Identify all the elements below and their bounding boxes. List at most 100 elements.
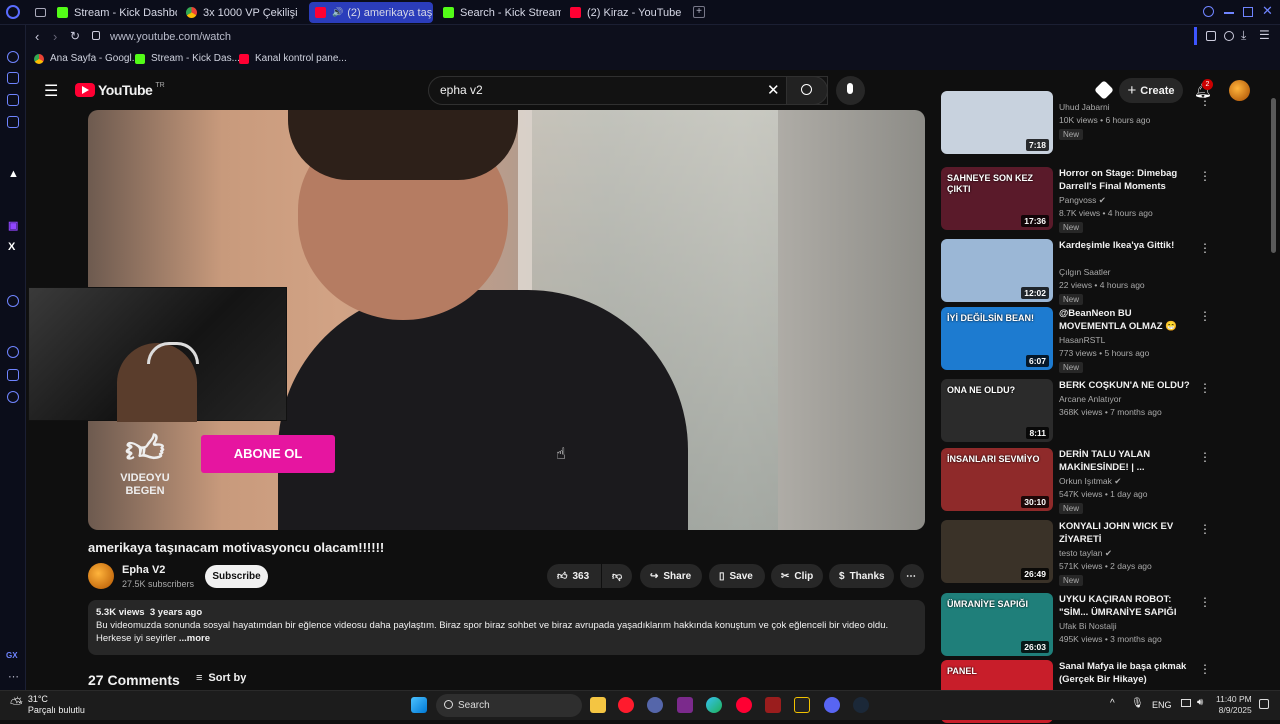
like-button[interactable]: 👍︎ 363 (547, 564, 601, 588)
bookmark-google[interactable]: Ana Sayfa - Googl... (34, 53, 140, 64)
recommendation-title[interactable]: DERİN TALU YALAN MAKİNESİNDE! | ... (1059, 448, 1199, 474)
close-window-icon[interactable]: ✕ (1262, 3, 1273, 19)
scrollbar[interactable] (1271, 98, 1276, 253)
account-avatar[interactable] (1229, 80, 1250, 101)
profile-icon[interactable] (1224, 31, 1234, 41)
taskbar-search[interactable]: Search (436, 694, 582, 717)
sort-by-button[interactable]: ≡ Sort by (196, 672, 246, 684)
app-icon[interactable] (647, 697, 663, 713)
start-icon[interactable] (411, 697, 427, 713)
recommendation-thumbnail[interactable]: 12:02 (941, 239, 1053, 302)
download-icon[interactable]: ⤓ (1241, 28, 1246, 43)
recommendation-item[interactable]: SAHNEYE SON KEZ ÇIKTI 17:36 Horror on Stag… (941, 167, 1211, 233)
youtube-music-icon[interactable] (736, 697, 752, 713)
recommendation-thumbnail[interactable]: 26:49 (941, 520, 1053, 583)
youtube-logo[interactable]: YouTube TR (75, 82, 165, 98)
opera-menu-icon[interactable] (6, 5, 20, 19)
more-vertical-icon[interactable]: ⋮ (1199, 595, 1211, 609)
recommendation-item[interactable]: ÜMRANİYE SAPIĞI 26:03 UYKU KAÇIRAN ROBOT: … (941, 593, 1211, 657)
file-explorer-icon[interactable] (590, 697, 606, 713)
app-icon[interactable] (677, 697, 693, 713)
mic-icon[interactable]: 🎙︎ (1131, 698, 1144, 709)
x-icon[interactable]: X (8, 241, 15, 253)
url-field[interactable]: www.youtube.com/watch (86, 29, 1186, 46)
more-vertical-icon[interactable]: ⋮ (1199, 309, 1211, 323)
tab-youtube-active[interactable]: 🔊(2) amerikaya taşınac (309, 2, 433, 23)
menu-icon[interactable]: ☰ (1259, 28, 1270, 42)
recommendation-item[interactable]: 7:18 Uhud Jabarni 10K views • 6 hours ago N… (941, 91, 1211, 164)
history-icon[interactable] (7, 51, 19, 63)
chevron-up-icon[interactable]: ^ (1110, 698, 1115, 709)
recommendation-title[interactable]: @BeanNeon BU MOVEMENTLA OLMAZ 😁 (1059, 307, 1199, 333)
weather-widget[interactable]: ⛅︎ 31°C Parçalı bulutlu (10, 694, 85, 716)
tab-kick-dashboard[interactable]: Stream - Kick Dashboard (57, 2, 177, 23)
workspaces-icon[interactable] (35, 8, 46, 17)
more-icon[interactable]: ⋯ (8, 670, 19, 683)
more-vertical-icon[interactable]: ⋮ (1199, 522, 1211, 536)
recommendation-title[interactable]: UYKU KAÇIRAN ROBOT: "SİM... ÜMRANİYE SAP… (1059, 593, 1199, 619)
bookmark-kick[interactable]: Stream - Kick Das... (135, 53, 240, 64)
edge-icon[interactable] (706, 697, 722, 713)
volume-icon[interactable]: 🔊︎ (1197, 697, 1203, 708)
thanks-button[interactable]: $ Thanks (829, 564, 894, 588)
share-button[interactable]: ↪ Share (640, 564, 702, 588)
more-vertical-icon[interactable]: ⋮ (1199, 662, 1211, 676)
gx-icon[interactable]: GX (6, 651, 18, 660)
settings-icon[interactable] (7, 391, 19, 403)
reload-icon[interactable]: ↻ (70, 29, 80, 43)
app-icon[interactable] (794, 697, 810, 713)
maximize-icon[interactable] (1243, 7, 1253, 17)
twitch-icon[interactable]: ▣ (8, 219, 18, 232)
dislike-button[interactable]: 👎︎ (602, 564, 632, 588)
clip-button[interactable]: ✂ Clip (771, 564, 823, 588)
hamburger-menu-icon[interactable]: ☰ (44, 81, 58, 101)
channel-avatar[interactable] (88, 563, 114, 589)
network-icon[interactable] (1181, 699, 1191, 707)
recommendation-title[interactable]: KONYALI JOHN WICK EV ZİYARETİ (1059, 520, 1199, 546)
forward-icon[interactable]: › (53, 29, 57, 44)
recommendation-item[interactable]: İYİ DEĞİLSİN BEAN! 6:07 @BeanNeon BU MOVEM… (941, 307, 1211, 373)
new-tab-button[interactable]: + (693, 6, 705, 18)
clock[interactable]: 11:40 PM 8/9/2025 (1216, 694, 1252, 716)
kick-sidebar-icon[interactable]: ▲ (8, 168, 19, 180)
extensions-icon[interactable] (1206, 31, 1216, 41)
tab-giveaway[interactable]: 3x 1000 VP Çekilişi (186, 2, 302, 23)
recommendation-channel[interactable]: testo taylan ✔ (1059, 548, 1112, 559)
more-vertical-icon[interactable]: ⋮ (1199, 450, 1211, 464)
subscribe-button[interactable]: Subscribe (205, 565, 268, 588)
pinboard-icon[interactable] (7, 94, 19, 106)
recommendation-title[interactable]: Sanal Mafya ile başa çıkmak (Gerçek Bir … (1059, 660, 1199, 686)
more-vertical-icon[interactable]: ⋮ (1199, 94, 1211, 108)
description-box[interactable]: 5.3K views 3 years ago Bu videomuzda son… (88, 600, 925, 655)
extensions-icon[interactable] (7, 369, 19, 381)
more-vertical-icon[interactable]: ⋮ (1199, 241, 1211, 255)
recommendation-title[interactable]: Horror on Stage: Dimebag Darrell's Final… (1059, 167, 1199, 193)
search-tabs-icon[interactable] (1203, 6, 1214, 17)
recommendation-title[interactable]: Kardeşimle Ikea'ya Gittik! (1059, 239, 1199, 252)
clear-search-icon[interactable]: ✕ (767, 81, 780, 99)
tab-kiraz-youtube[interactable]: (2) Kiraz - YouTube (570, 2, 682, 23)
search-button[interactable] (786, 76, 828, 105)
player-icon[interactable] (7, 295, 19, 307)
more-vertical-icon[interactable]: ⋮ (1199, 169, 1211, 183)
cast-icon[interactable] (1094, 80, 1114, 100)
save-button[interactable]: ▯ Save (709, 564, 765, 588)
recommendation-channel[interactable]: Uhud Jabarni (1059, 102, 1110, 112)
recommendation-channel[interactable]: Orkun Işıtmak ✔ (1059, 476, 1121, 487)
tab-kick-search[interactable]: Search - Kick Streaming (443, 2, 561, 23)
back-icon[interactable]: ‹ (35, 29, 39, 44)
clock-icon[interactable] (7, 346, 19, 358)
language-indicator[interactable]: ENG (1152, 700, 1172, 710)
recommendation-thumbnail[interactable]: İYİ DEĞİLSİN BEAN! 6:07 (941, 307, 1053, 370)
recommendation-thumbnail[interactable]: İNSANLARI SEVMİYO 30:10 (941, 448, 1053, 511)
more-link[interactable]: ...more (179, 633, 210, 644)
recommendation-title[interactable]: BERK COŞKUN'A NE OLDU? (1059, 379, 1199, 392)
recommendation-channel[interactable]: Ufak Bi Nostalji (1059, 621, 1117, 631)
recommendation-thumbnail[interactable]: 7:18 (941, 91, 1053, 154)
recommendation-item[interactable]: ONA NE OLDU? 8:11 BERK COŞKUN'A NE OLDU? Ar… (941, 379, 1211, 443)
recommendation-thumbnail[interactable]: ONA NE OLDU? 8:11 (941, 379, 1053, 442)
voice-search-button[interactable] (836, 76, 865, 105)
voicemod-icon[interactable] (765, 697, 781, 713)
recommendation-thumbnail[interactable]: SAHNEYE SON KEZ ÇIKTI 17:36 (941, 167, 1053, 230)
messenger-icon[interactable] (7, 116, 19, 128)
